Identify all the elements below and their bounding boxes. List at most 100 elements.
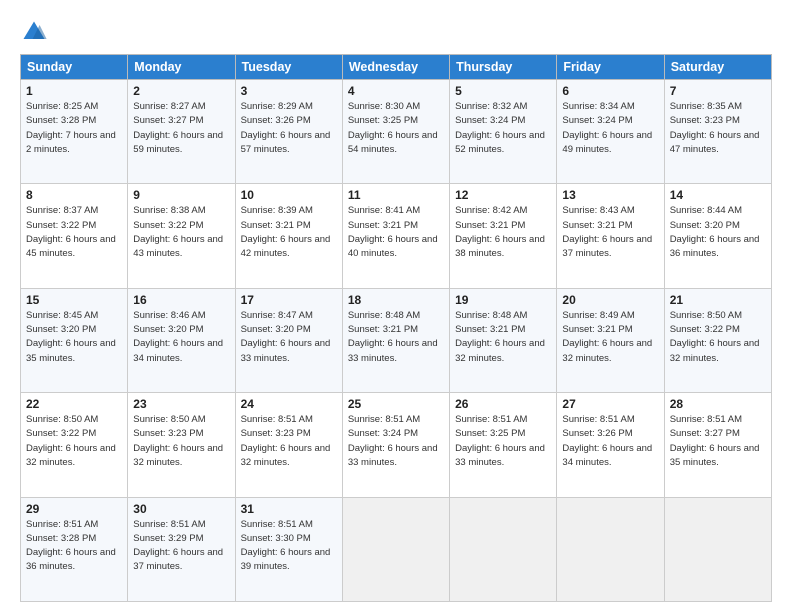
calendar-cell: 27Sunrise: 8:51 AMSunset: 3:26 PMDayligh…	[557, 393, 664, 497]
calendar-table: SundayMondayTuesdayWednesdayThursdayFrid…	[20, 54, 772, 602]
day-number: 25	[348, 397, 444, 411]
calendar-cell: 16 Sunrise: 8:46 AMSunset: 3:20 PMDayligh…	[128, 288, 235, 392]
day-info: Sunrise: 8:51 AMSunset: 3:27 PMDaylight:…	[670, 413, 766, 470]
day-info: Sunrise: 8:51 AMSunset: 3:26 PMDaylight:…	[562, 413, 658, 470]
day-number: 9	[133, 188, 229, 202]
calendar-cell: 26 Sunrise: 8:51 AMSunset: 3:25 PMDayligh…	[450, 393, 557, 497]
day-number: 5	[455, 84, 551, 98]
calendar-week-2: 8 Sunrise: 8:37 AMSunset: 3:22 PMDaylight…	[21, 184, 772, 288]
day-number: 26	[455, 397, 551, 411]
day-number: 10	[241, 188, 337, 202]
day-number: 28	[670, 397, 766, 411]
day-info: Sunrise: 8:47 AMSunset: 3:20 PMDaylight:…	[241, 309, 337, 366]
day-header-tuesday: Tuesday	[235, 55, 342, 80]
calendar-cell: 31 Sunrise: 8:51 AMSunset: 3:30 PMDayligh…	[235, 497, 342, 601]
day-number: 30	[133, 502, 229, 516]
logo-icon	[20, 18, 48, 46]
day-info: Sunrise: 8:50 AMSunset: 3:22 PMDaylight:…	[26, 413, 122, 470]
day-info: Sunrise: 8:37 AMSunset: 3:22 PMDaylight:…	[26, 204, 122, 261]
day-info: Sunrise: 8:51 AMSunset: 3:23 PMDaylight:…	[241, 413, 337, 470]
day-number: 24	[241, 397, 337, 411]
header	[20, 18, 772, 46]
calendar-cell: 15 Sunrise: 8:45 AMSunset: 3:20 PMDayligh…	[21, 288, 128, 392]
day-number: 16	[133, 293, 229, 307]
calendar-cell: 20Sunrise: 8:49 AMSunset: 3:21 PMDayligh…	[557, 288, 664, 392]
calendar-cell: 2Sunrise: 8:27 AMSunset: 3:27 PMDaylight…	[128, 80, 235, 184]
day-header-wednesday: Wednesday	[342, 55, 449, 80]
header-row: SundayMondayTuesdayWednesdayThursdayFrid…	[21, 55, 772, 80]
day-number: 13	[562, 188, 658, 202]
day-number: 22	[26, 397, 122, 411]
day-number: 18	[348, 293, 444, 307]
day-info: Sunrise: 8:45 AMSunset: 3:20 PMDaylight:…	[26, 309, 122, 366]
calendar-cell: 9 Sunrise: 8:38 AMSunset: 3:22 PMDaylight…	[128, 184, 235, 288]
calendar-cell: 19 Sunrise: 8:48 AMSunset: 3:21 PMDayligh…	[450, 288, 557, 392]
day-info: Sunrise: 8:51 AMSunset: 3:24 PMDaylight:…	[348, 413, 444, 470]
day-header-saturday: Saturday	[664, 55, 771, 80]
calendar-cell	[664, 497, 771, 601]
calendar-cell: 21 Sunrise: 8:50 AMSunset: 3:22 PMDayligh…	[664, 288, 771, 392]
day-number: 29	[26, 502, 122, 516]
day-info: Sunrise: 8:51 AMSunset: 3:30 PMDaylight:…	[241, 518, 337, 575]
day-header-sunday: Sunday	[21, 55, 128, 80]
calendar-cell: 28 Sunrise: 8:51 AMSunset: 3:27 PMDayligh…	[664, 393, 771, 497]
day-info: Sunrise: 8:50 AMSunset: 3:22 PMDaylight:…	[670, 309, 766, 366]
day-info: Sunrise: 8:32 AMSunset: 3:24 PMDaylight:…	[455, 100, 551, 157]
day-number: 14	[670, 188, 766, 202]
day-header-monday: Monday	[128, 55, 235, 80]
day-info: Sunrise: 8:50 AMSunset: 3:23 PMDaylight:…	[133, 413, 229, 470]
day-header-friday: Friday	[557, 55, 664, 80]
day-info: Sunrise: 8:38 AMSunset: 3:22 PMDaylight:…	[133, 204, 229, 261]
calendar-cell	[557, 497, 664, 601]
day-number: 31	[241, 502, 337, 516]
day-number: 15	[26, 293, 122, 307]
calendar-week-1: 1Sunrise: 8:25 AMSunset: 3:28 PMDaylight…	[21, 80, 772, 184]
day-number: 19	[455, 293, 551, 307]
logo	[20, 18, 52, 46]
day-info: Sunrise: 8:43 AMSunset: 3:21 PMDaylight:…	[562, 204, 658, 261]
day-info: Sunrise: 8:51 AMSunset: 3:28 PMDaylight:…	[26, 518, 122, 575]
day-number: 8	[26, 188, 122, 202]
day-number: 3	[241, 84, 337, 98]
calendar-cell: 4 Sunrise: 8:30 AMSunset: 3:25 PMDaylight…	[342, 80, 449, 184]
day-info: Sunrise: 8:48 AMSunset: 3:21 PMDaylight:…	[348, 309, 444, 366]
day-info: Sunrise: 8:35 AMSunset: 3:23 PMDaylight:…	[670, 100, 766, 157]
day-number: 17	[241, 293, 337, 307]
calendar-cell: 29 Sunrise: 8:51 AMSunset: 3:28 PMDayligh…	[21, 497, 128, 601]
day-info: Sunrise: 8:46 AMSunset: 3:20 PMDaylight:…	[133, 309, 229, 366]
calendar-cell: 3 Sunrise: 8:29 AMSunset: 3:26 PMDaylight…	[235, 80, 342, 184]
calendar-cell: 22 Sunrise: 8:50 AMSunset: 3:22 PMDayligh…	[21, 393, 128, 497]
calendar-cell: 5 Sunrise: 8:32 AMSunset: 3:24 PMDaylight…	[450, 80, 557, 184]
day-info: Sunrise: 8:42 AMSunset: 3:21 PMDaylight:…	[455, 204, 551, 261]
day-info: Sunrise: 8:49 AMSunset: 3:21 PMDaylight:…	[562, 309, 658, 366]
calendar-cell: 24 Sunrise: 8:51 AMSunset: 3:23 PMDayligh…	[235, 393, 342, 497]
day-number: 21	[670, 293, 766, 307]
day-number: 23	[133, 397, 229, 411]
calendar-cell: 23 Sunrise: 8:50 AMSunset: 3:23 PMDayligh…	[128, 393, 235, 497]
calendar-cell: 25 Sunrise: 8:51 AMSunset: 3:24 PMDayligh…	[342, 393, 449, 497]
calendar-cell: 1Sunrise: 8:25 AMSunset: 3:28 PMDaylight…	[21, 80, 128, 184]
day-info: Sunrise: 8:29 AMSunset: 3:26 PMDaylight:…	[241, 100, 337, 157]
day-number: 7	[670, 84, 766, 98]
calendar-cell: 13 Sunrise: 8:43 AMSunset: 3:21 PMDayligh…	[557, 184, 664, 288]
day-info: Sunrise: 8:34 AMSunset: 3:24 PMDaylight:…	[562, 100, 658, 157]
calendar-cell: 18 Sunrise: 8:48 AMSunset: 3:21 PMDayligh…	[342, 288, 449, 392]
day-info: Sunrise: 8:30 AMSunset: 3:25 PMDaylight:…	[348, 100, 444, 157]
day-number: 6	[562, 84, 658, 98]
day-number: 2	[133, 84, 229, 98]
calendar-body: 1Sunrise: 8:25 AMSunset: 3:28 PMDaylight…	[21, 80, 772, 602]
calendar-week-4: 22 Sunrise: 8:50 AMSunset: 3:22 PMDayligh…	[21, 393, 772, 497]
day-header-thursday: Thursday	[450, 55, 557, 80]
day-info: Sunrise: 8:51 AMSunset: 3:29 PMDaylight:…	[133, 518, 229, 575]
day-info: Sunrise: 8:48 AMSunset: 3:21 PMDaylight:…	[455, 309, 551, 366]
day-info: Sunrise: 8:39 AMSunset: 3:21 PMDaylight:…	[241, 204, 337, 261]
calendar-cell: 8 Sunrise: 8:37 AMSunset: 3:22 PMDaylight…	[21, 184, 128, 288]
calendar-cell: 7 Sunrise: 8:35 AMSunset: 3:23 PMDaylight…	[664, 80, 771, 184]
day-number: 4	[348, 84, 444, 98]
calendar-cell	[342, 497, 449, 601]
day-info: Sunrise: 8:51 AMSunset: 3:25 PMDaylight:…	[455, 413, 551, 470]
day-number: 11	[348, 188, 444, 202]
calendar-header: SundayMondayTuesdayWednesdayThursdayFrid…	[21, 55, 772, 80]
day-number: 12	[455, 188, 551, 202]
calendar-cell: 12 Sunrise: 8:42 AMSunset: 3:21 PMDayligh…	[450, 184, 557, 288]
